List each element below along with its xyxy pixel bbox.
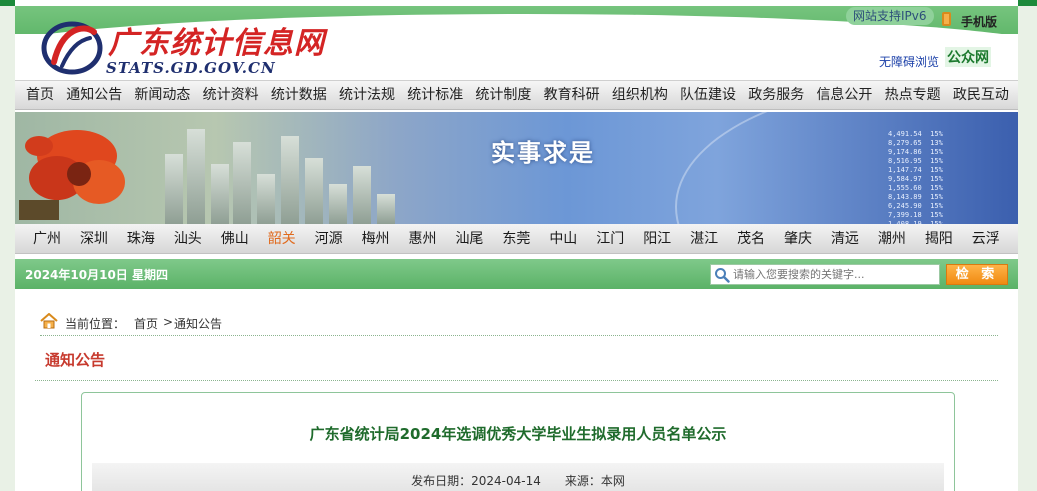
nav-item-standards[interactable]: 统计标准 — [407, 81, 463, 109]
nav-item-team[interactable]: 队伍建设 — [680, 81, 736, 109]
main-content: 当前位置： 首页 > 通知公告 通知公告 广东省统计局2024年选调优秀大学毕业… — [15, 297, 1018, 491]
accessibility-link[interactable]: 无障碍浏览 — [879, 53, 939, 70]
search-box[interactable] — [710, 264, 940, 285]
site-header: 广东统计信息网 STATS.GD.GOV.CN 网站支持IPv6 手机版 无障碍… — [15, 6, 1018, 79]
city-link-zhanjiang[interactable]: 湛江 — [690, 224, 718, 253]
city-link-dongguan[interactable]: 东莞 — [502, 224, 530, 253]
city-link-shenzhen[interactable]: 深圳 — [80, 224, 108, 253]
city-link-huizhou[interactable]: 惠州 — [409, 224, 437, 253]
city-link-jieyang[interactable]: 揭阳 — [925, 224, 953, 253]
city-link-yangjiang[interactable]: 阳江 — [643, 224, 671, 253]
city-link-zhaoqing[interactable]: 肇庆 — [784, 224, 812, 253]
nav-item-disclosure[interactable]: 信息公开 — [816, 81, 872, 109]
city-link-shaoguan[interactable]: 韶关 — [268, 224, 296, 253]
nav-item-notices[interactable]: 通知公告 — [66, 81, 122, 109]
mobile-version-link[interactable]: 手机版 — [961, 13, 997, 30]
section-divider — [35, 380, 998, 381]
nav-item-interaction[interactable]: 政民互动 — [953, 81, 1009, 109]
hero-banner: 实事求是 4,491.54 15% 8,279.65 13% 9,174.86 15… — [15, 112, 1018, 224]
home-icon — [40, 313, 58, 329]
section-title: 通知公告 — [45, 351, 106, 369]
article-meta-bar: 发布日期：2024-04-14 来源：本网 — [92, 463, 944, 491]
site-logo[interactable]: 广东统计信息网 STATS.GD.GOV.CN — [40, 16, 340, 78]
city-link-maoming[interactable]: 茂名 — [737, 224, 765, 253]
city-link-zhongshan[interactable]: 中山 — [549, 224, 577, 253]
nav-item-organization[interactable]: 组织机构 — [612, 81, 668, 109]
nav-item-materials[interactable]: 统计资料 — [203, 81, 259, 109]
city-link-shanwei[interactable]: 汕尾 — [455, 224, 483, 253]
article-meta: 发布日期：2024-04-14 来源：本网 — [411, 474, 625, 488]
banner-stock-ticker-decoration: 4,491.54 15% 8,279.65 13% 9,174.86 15% 8,51… — [888, 130, 943, 224]
nav-item-data[interactable]: 统计数据 — [271, 81, 327, 109]
nav-item-home[interactable]: 首页 — [26, 81, 54, 109]
logo-chinese-title: 广东统计信息网 — [108, 26, 325, 61]
breadcrumb-label: 当前位置： — [65, 317, 126, 331]
logo-domain-text: STATS.GD.GOV.CN — [106, 59, 276, 77]
breadcrumb: 当前位置： 首页 > 通知公告 — [40, 312, 998, 336]
breadcrumb-home-link[interactable]: 首页 — [134, 315, 158, 332]
nav-item-services[interactable]: 政务服务 — [748, 81, 804, 109]
city-link-yunfu[interactable]: 云浮 — [972, 224, 1000, 253]
article-panel: 广东省统计局2024年选调优秀大学毕业生拟录用人员名单公示 发布日期：2024-… — [81, 392, 955, 491]
search-icon — [715, 268, 730, 283]
search-button[interactable]: 检 索 — [946, 264, 1008, 285]
nav-item-systems[interactable]: 统计制度 — [475, 81, 531, 109]
banner-slogan: 实事求是 — [491, 138, 595, 167]
city-link-jiangmen[interactable]: 江门 — [596, 224, 624, 253]
breadcrumb-current-link[interactable]: 通知公告 — [174, 315, 222, 332]
city-links: 广州 深圳 珠海 汕头 佛山 韶关 河源 梅州 惠州 汕尾 东莞 中山 江门 阳… — [15, 224, 1018, 254]
city-link-qingyuan[interactable]: 清远 — [831, 224, 859, 253]
city-link-guangzhou[interactable]: 广州 — [33, 224, 61, 253]
nav-item-laws[interactable]: 统计法规 — [339, 81, 395, 109]
mobile-phone-icon[interactable] — [942, 12, 951, 26]
breadcrumb-separator: > — [163, 315, 174, 329]
search-input[interactable] — [733, 266, 938, 283]
date-search-bar: 2024年10月10日 星期四 检 索 — [15, 259, 1018, 289]
current-date: 2024年10月10日 星期四 — [25, 268, 168, 282]
article-title: 广东省统计局2024年选调优秀大学毕业生拟录用人员名单公示 — [309, 425, 727, 443]
city-link-foshan[interactable]: 佛山 — [221, 224, 249, 253]
public-account-link[interactable]: 公众网 — [945, 47, 991, 67]
city-link-meizhou[interactable]: 梅州 — [362, 224, 390, 253]
nav-item-research[interactable]: 教育科研 — [544, 81, 600, 109]
main-nav: 首页 通知公告 新闻动态 统计资料 统计数据 统计法规 统计标准 统计制度 教育… — [15, 80, 1018, 110]
city-link-chaozhou[interactable]: 潮州 — [878, 224, 906, 253]
nav-item-news[interactable]: 新闻动态 — [134, 81, 190, 109]
ipv6-badge: 网站支持IPv6 — [846, 7, 934, 25]
city-link-heyuan[interactable]: 河源 — [315, 224, 343, 253]
page-container: 广东统计信息网 STATS.GD.GOV.CN 网站支持IPv6 手机版 无障碍… — [15, 0, 1018, 491]
city-link-shantou[interactable]: 汕头 — [174, 224, 202, 253]
nav-item-topics[interactable]: 热点专题 — [885, 81, 941, 109]
city-link-zhuhai[interactable]: 珠海 — [127, 224, 155, 253]
kapok-flower-image — [19, 130, 125, 220]
logo-emblem-icon — [41, 21, 103, 75]
